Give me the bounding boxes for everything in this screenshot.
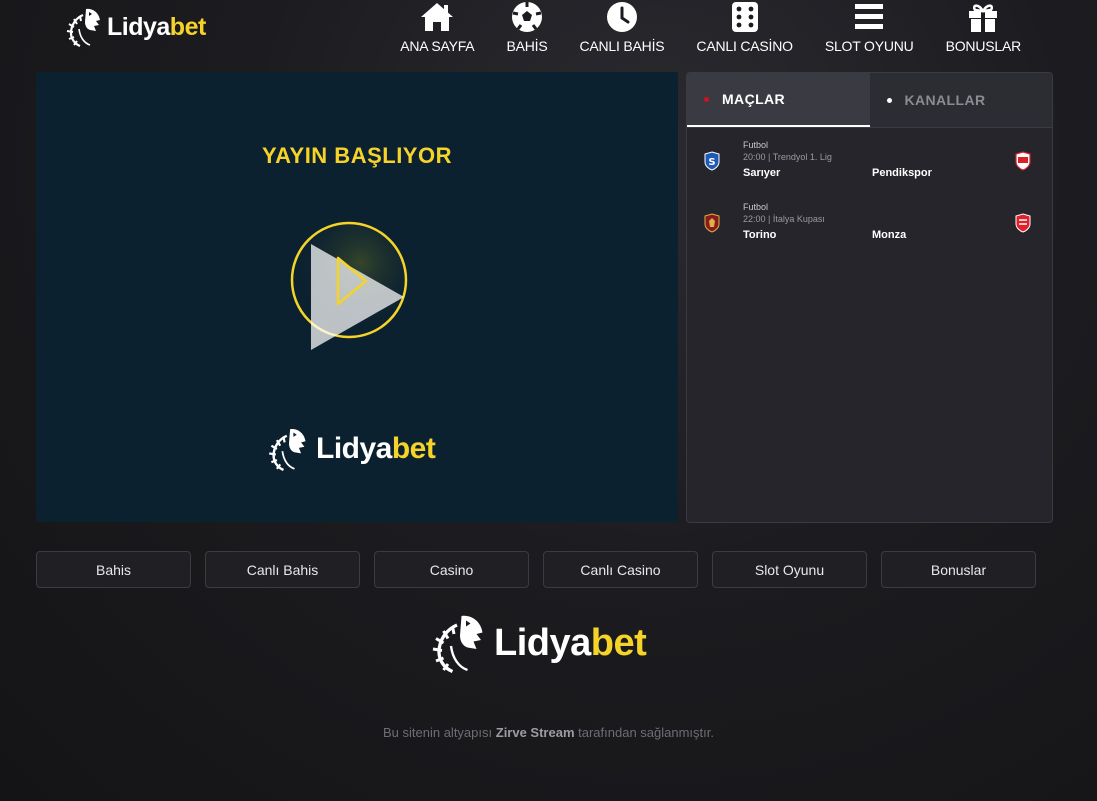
footer-credit: Bu sitenin altyapısı Zirve Stream tarafı… <box>383 725 714 740</box>
match-row[interactable]: S Futbol 20:00 | Trendyol 1. Lig Sarıyer… <box>687 128 1052 190</box>
header: Lidyabet ANA SAYFA BAHİS CANLI BAHİS CAN… <box>0 0 1097 64</box>
bahis-button[interactable]: Bahis <box>36 551 191 588</box>
slot-oyunu-button[interactable]: Slot Oyunu <box>712 551 867 588</box>
brand-logo[interactable]: Lidyabet <box>66 7 206 47</box>
torino-crest-icon <box>704 213 720 233</box>
away-team: Monza <box>872 229 907 241</box>
lion-logo-icon <box>269 429 306 471</box>
play-icon <box>290 221 408 350</box>
brand-wordmark: Lidyabet <box>107 12 206 41</box>
nav-canli-bahis[interactable]: CANLI BAHİS <box>563 0 680 56</box>
canli-bahis-button[interactable]: Canlı Bahis <box>205 551 360 588</box>
match-row[interactable]: Futbol 22:00 | İtalya Kupası Torino Monz… <box>687 190 1052 252</box>
clock-icon <box>606 2 637 32</box>
play-button[interactable] <box>286 220 416 350</box>
footer-brand-logo[interactable]: Lidyabet <box>430 613 647 673</box>
nav-bonuslar[interactable]: BONUSLAR <box>930 0 1037 56</box>
main-nav: ANA SAYFA BAHİS CANLI BAHİS CANLI CASİNO… <box>384 0 1037 56</box>
monza-crest-icon <box>1015 213 1031 233</box>
casino-button[interactable]: Casino <box>374 551 529 588</box>
home-icon <box>421 3 454 31</box>
svg-text:S: S <box>708 157 715 168</box>
brand-wordmark: Lidyabet <box>316 432 436 465</box>
category-buttons: Bahis Canlı Bahis Casino Canlı Casino Sl… <box>36 551 1036 588</box>
panel-tabs: MAÇLAR KANALLAR <box>687 73 1052 128</box>
tab-maclar[interactable]: MAÇLAR <box>687 73 870 127</box>
lion-logo-icon <box>66 8 100 47</box>
match-panel: MAÇLAR KANALLAR S Futbol 20:00 | Trendyo… <box>686 72 1053 523</box>
nav-home[interactable]: ANA SAYFA <box>384 0 490 56</box>
nav-canli-casino[interactable]: CANLI CASİNO <box>680 0 808 56</box>
tab-indicator-dot <box>704 96 709 102</box>
tab-indicator-dot <box>886 97 892 103</box>
lion-logo-icon <box>432 615 483 673</box>
home-team: Torino <box>743 229 777 241</box>
dice-icon <box>731 2 758 32</box>
player-brand-logo: Lidyabet <box>266 427 436 471</box>
nav-slot-oyunu[interactable]: SLOT OYUNU <box>809 0 930 56</box>
provider-name[interactable]: Zirve Stream <box>496 725 575 740</box>
nav-bahis[interactable]: BAHİS <box>490 0 563 56</box>
canli-casino-button[interactable]: Canlı Casino <box>543 551 698 588</box>
pendikspor-crest-icon <box>1015 151 1031 171</box>
home-team: Sarıyer <box>743 167 781 179</box>
video-player[interactable]: YAYIN BAŞLIYOR Lidyabet <box>36 72 678 522</box>
sariyer-crest-icon: S <box>704 151 720 171</box>
away-team: Pendikspor <box>872 167 932 179</box>
tab-kanallar[interactable]: KANALLAR <box>869 73 1052 127</box>
stream-status-title: YAYIN BAŞLIYOR <box>262 143 452 168</box>
bonuslar-button[interactable]: Bonuslar <box>881 551 1036 588</box>
soccer-ball-icon <box>511 2 542 32</box>
menu-icon <box>855 4 884 29</box>
gift-icon <box>969 4 998 32</box>
brand-wordmark: Lidyabet <box>494 621 647 664</box>
